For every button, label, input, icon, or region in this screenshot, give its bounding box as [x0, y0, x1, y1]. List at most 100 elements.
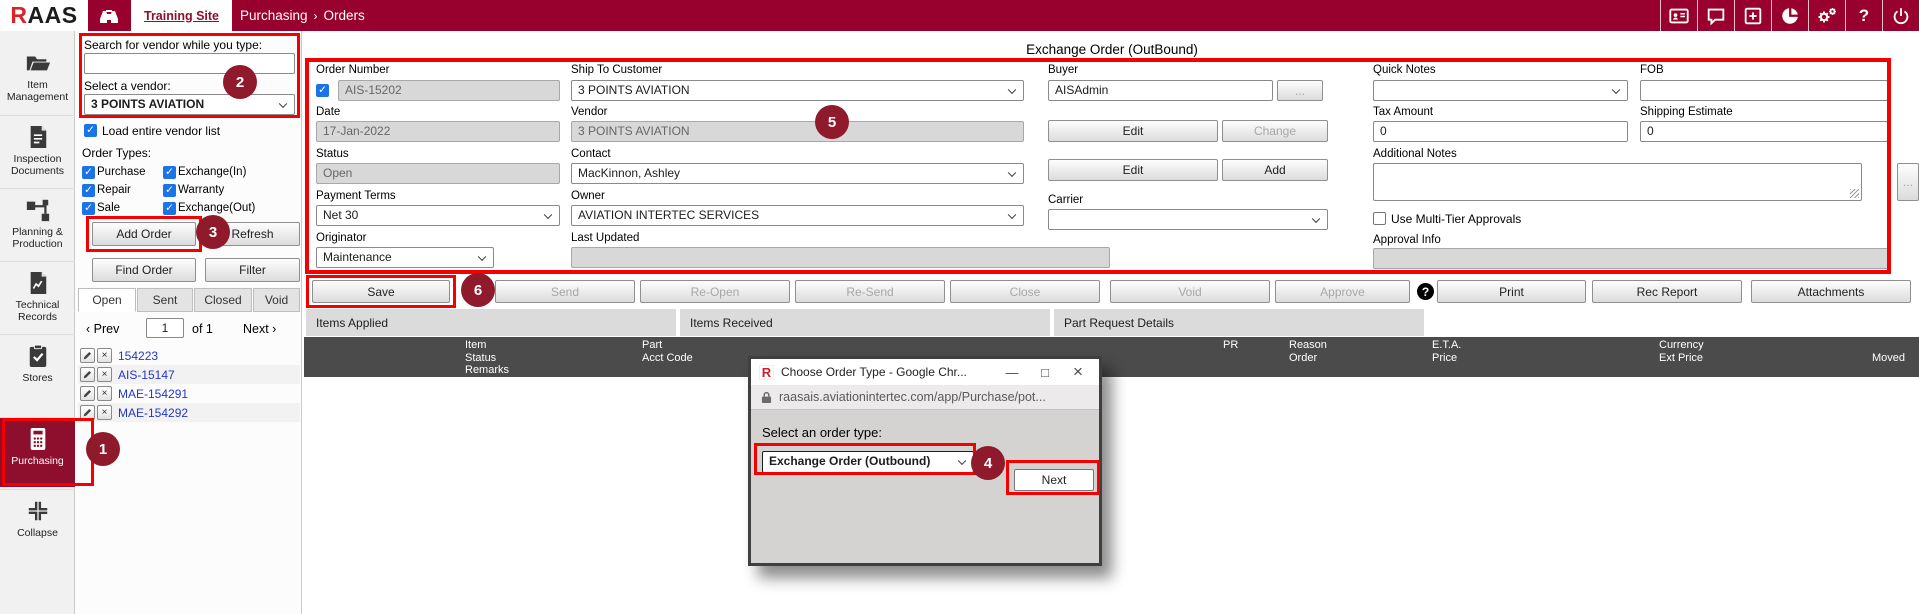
- shipping-estimate-input[interactable]: 0: [1640, 121, 1888, 142]
- add-window-icon[interactable]: [1734, 0, 1771, 31]
- id-card-icon[interactable]: [1660, 0, 1697, 31]
- chevron-down-icon: [1008, 85, 1016, 93]
- sidebar-item-purchasing[interactable]: Purchasing: [0, 417, 75, 487]
- originator-select[interactable]: Maintenance: [316, 247, 494, 268]
- fob-input[interactable]: [1640, 80, 1888, 101]
- order-type-exchange-out-checkbox[interactable]: ✓: [163, 202, 176, 215]
- reopen-button[interactable]: Re-Open: [640, 280, 790, 303]
- next-button[interactable]: Next: [1014, 469, 1094, 491]
- order-type-warranty-checkbox[interactable]: ✓: [163, 184, 176, 197]
- additional-notes-textarea[interactable]: [1373, 163, 1862, 201]
- breadcrumb-section[interactable]: Purchasing: [240, 8, 308, 23]
- sidebar-item-technical-records[interactable]: TechnicalRecords: [0, 261, 75, 333]
- edit-icon[interactable]: [80, 367, 95, 382]
- tab-training-site[interactable]: Training Site: [131, 0, 232, 31]
- order-link[interactable]: MAE-154291: [118, 387, 188, 401]
- actions-help-icon[interactable]: ?: [1417, 283, 1434, 300]
- edit-icon[interactable]: [80, 386, 95, 401]
- buyer-input[interactable]: AISAdmin: [1048, 80, 1273, 101]
- close-button[interactable]: Close: [950, 280, 1100, 303]
- filter-button[interactable]: Filter: [205, 258, 300, 282]
- column-item-status-remarks: ItemStatusRemarks: [465, 339, 509, 377]
- quick-notes-select[interactable]: [1373, 80, 1628, 101]
- approve-button[interactable]: Approve: [1275, 280, 1410, 303]
- resend-button[interactable]: Re-Send: [795, 280, 945, 303]
- order-link[interactable]: 154223: [118, 349, 158, 363]
- address-edit-button[interactable]: Edit: [1048, 159, 1218, 181]
- binoculars-icon[interactable]: [97, 4, 121, 33]
- tab-void[interactable]: Void: [253, 288, 300, 312]
- address-add-button[interactable]: Add: [1222, 159, 1328, 181]
- choose-order-type-dialog: R Choose Order Type - Google Chr... — □ …: [748, 356, 1102, 566]
- sidebar-item-planning-production[interactable]: Planning &Production: [0, 188, 75, 260]
- attachments-button[interactable]: Attachments: [1751, 280, 1911, 303]
- ship-to-select[interactable]: 3 POINTS AVIATION: [571, 80, 1024, 101]
- order-number-label: Order Number: [316, 64, 390, 76]
- delete-icon[interactable]: ×: [97, 386, 112, 401]
- payment-terms-select[interactable]: Net 30: [316, 205, 560, 226]
- send-button[interactable]: Send: [495, 280, 635, 303]
- find-order-button[interactable]: Find Order: [92, 258, 196, 282]
- close-icon[interactable]: ×: [1065, 362, 1091, 382]
- order-type-repair-checkbox[interactable]: ✓: [82, 184, 95, 197]
- reports-pie-icon[interactable]: [1771, 0, 1808, 31]
- tab-sent[interactable]: Sent: [137, 288, 193, 312]
- maximize-icon[interactable]: □: [1032, 365, 1058, 380]
- next-button[interactable]: Next ›: [243, 322, 276, 336]
- edit-icon[interactable]: [80, 405, 95, 420]
- logout-power-icon[interactable]: [1882, 0, 1919, 31]
- order-link[interactable]: AIS-15147: [118, 368, 175, 382]
- load-vendor-list-checkbox[interactable]: ✓: [84, 124, 97, 137]
- contact-edit-button[interactable]: Edit: [1048, 120, 1218, 142]
- sidebar-label: Collapse: [17, 527, 58, 539]
- vendor-select[interactable]: 3 POINTS AVIATION: [84, 94, 295, 115]
- edit-icon[interactable]: [80, 348, 95, 363]
- delete-icon[interactable]: ×: [97, 348, 112, 363]
- vendor-search-input[interactable]: [84, 53, 295, 74]
- contact-change-button[interactable]: Change: [1222, 120, 1328, 142]
- minimize-icon[interactable]: —: [999, 365, 1025, 380]
- order-type-purchase-checkbox[interactable]: ✓: [82, 166, 95, 179]
- messages-icon[interactable]: [1697, 0, 1734, 31]
- add-order-button[interactable]: Add Order: [92, 222, 196, 246]
- page-number-input[interactable]: 1: [146, 318, 184, 338]
- help-icon[interactable]: ?: [1845, 0, 1882, 31]
- sidebar-item-inspection-documents[interactable]: InspectionDocuments: [0, 115, 75, 187]
- buyer-browse-button[interactable]: ...: [1277, 80, 1323, 101]
- tab-items-received[interactable]: Items Received: [680, 309, 1050, 336]
- date-label: Date: [316, 106, 340, 118]
- owner-select[interactable]: AVIATION INTERTEC SERVICES: [571, 205, 1024, 226]
- load-vendor-list-label: Load entire vendor list: [102, 124, 220, 138]
- tab-items-applied[interactable]: Items Applied: [306, 309, 676, 336]
- last-updated-field: [571, 247, 1110, 268]
- prev-button[interactable]: ‹ Prev: [86, 322, 119, 336]
- multi-tier-approvals-checkbox[interactable]: [1373, 212, 1386, 225]
- order-type-sale-checkbox[interactable]: ✓: [82, 202, 95, 215]
- order-type-exchange-in-checkbox[interactable]: ✓: [163, 166, 176, 179]
- resize-grip-icon[interactable]: [1850, 189, 1859, 198]
- tab-part-request-details[interactable]: Part Request Details: [1054, 309, 1424, 336]
- order-number-checkbox[interactable]: ✓: [316, 84, 329, 97]
- order-link[interactable]: MAE-154292: [118, 406, 188, 420]
- order-type-exchange-out-label: Exchange(Out): [178, 202, 255, 214]
- sidebar-item-collapse[interactable]: Collapse: [0, 489, 75, 559]
- contact-select[interactable]: MacKinnon, Ashley: [571, 163, 1024, 184]
- delete-icon[interactable]: ×: [97, 405, 112, 420]
- print-button[interactable]: Print: [1437, 280, 1586, 303]
- tax-amount-label: Tax Amount: [1373, 106, 1433, 118]
- sidebar-item-stores[interactable]: Stores: [0, 334, 75, 404]
- sidebar-item-item-management[interactable]: ItemManagement: [0, 42, 75, 113]
- carrier-select[interactable]: [1048, 209, 1328, 230]
- tax-amount-input[interactable]: 0: [1373, 121, 1628, 142]
- settings-gears-icon[interactable]: [1808, 0, 1845, 31]
- void-button[interactable]: Void: [1110, 280, 1270, 303]
- tab-open[interactable]: Open: [78, 288, 136, 312]
- save-button[interactable]: Save: [312, 280, 450, 303]
- order-type-prompt: Select an order type:: [762, 425, 882, 440]
- tab-closed[interactable]: Closed: [194, 288, 252, 312]
- dialog-title-bar[interactable]: R Choose Order Type - Google Chr... — □ …: [751, 359, 1099, 385]
- rec-report-button[interactable]: Rec Report: [1592, 280, 1742, 303]
- additional-notes-browse-button[interactable]: ...: [1897, 163, 1919, 201]
- order-type-select[interactable]: Exchange Order (Outbound): [762, 451, 974, 473]
- delete-icon[interactable]: ×: [97, 367, 112, 382]
